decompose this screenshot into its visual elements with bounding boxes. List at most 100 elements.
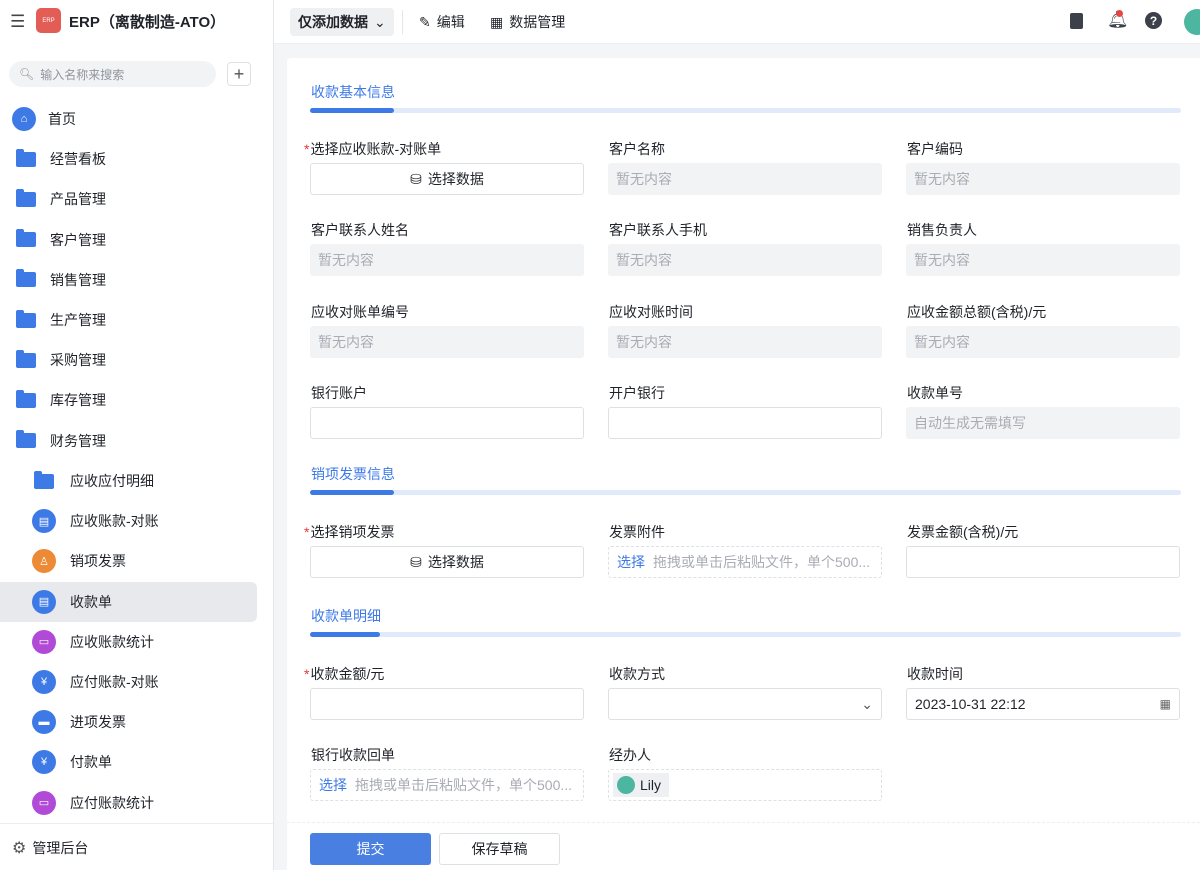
calendar-icon: ▦ (1159, 697, 1171, 711)
submit-button[interactable]: 提交 (310, 833, 431, 865)
app-logo: ERP (36, 8, 61, 33)
field-value: 暂无内容 (318, 252, 374, 268)
sidebar-item-label: 收款单 (70, 593, 112, 610)
sidebar-subitem[interactable]: ▤ 收款单 (0, 581, 257, 622)
field-label: 开户银行 (609, 385, 665, 401)
user-name: Lily (640, 777, 662, 793)
folder-icon (32, 469, 56, 493)
field-input[interactable] (310, 407, 584, 439)
monitor-chart-icon: ▭ (32, 790, 56, 815)
bell-icon[interactable]: 🔔︎ (1107, 10, 1129, 30)
app-title: ERP（离散制造-ATO） (69, 14, 226, 31)
upload-hint: 拖拽或单击后粘贴文件，单个500... (355, 777, 573, 793)
search-input[interactable]: 🔍︎ 输入名称来搜索 (9, 61, 216, 87)
section-title: 收款基本信息 (311, 84, 395, 100)
datetime-value: 2023-10-31 22:12 (915, 696, 1026, 712)
readonly-field: 暂无内容 (608, 244, 882, 276)
sidebar-item-label: 应收应付明细 (70, 473, 154, 489)
sidebar-subitem[interactable]: ▤ 应收账款-对账 (0, 501, 257, 541)
upload-select-link[interactable]: 选择 (319, 775, 347, 795)
save-draft-button[interactable]: 保存草稿 (439, 833, 560, 865)
datetime-input[interactable]: 2023-10-31 22:12 ▦ (906, 688, 1180, 720)
search-icon: 🔍︎ (19, 67, 35, 81)
section-title: 收款单明细 (311, 608, 381, 624)
sidebar-subitem[interactable]: ▭ 应付账款统计 (0, 783, 257, 823)
sidebar-subitem[interactable]: ▬ 进项发票 (0, 702, 257, 742)
database-icon: ⛁ (410, 170, 422, 187)
field-value: 暂无内容 (318, 334, 374, 350)
view-select[interactable]: 仅添加数据 ⌄ (290, 8, 394, 36)
sidebar-item[interactable]: 经营看板 (0, 139, 257, 179)
field-label: 销售负责人 (907, 222, 977, 238)
field-label: *收款金额/元 (304, 666, 385, 682)
sidebar-subitem[interactable]: ¥ 应付账款-对账 (0, 662, 257, 702)
sidebar-item[interactable]: 生产管理 (0, 300, 257, 340)
select-data-button[interactable]: ⛁ 选择数据 (310, 163, 584, 195)
file-upload[interactable]: 选择 拖拽或单击后粘贴文件，单个500... (608, 546, 882, 578)
field-value: 暂无内容 (914, 252, 970, 268)
user-avatar (617, 776, 635, 794)
sidebar-item[interactable]: 销售管理 (0, 260, 257, 300)
sidebar-item-label: 采购管理 (50, 352, 106, 369)
readonly-field: 暂无内容 (310, 244, 584, 276)
dropdown-select[interactable]: ⌄ (608, 688, 882, 720)
sidebar-item-label: 客户管理 (50, 231, 106, 248)
sidebar-subitem[interactable]: ▭ 应收账款统计 (0, 622, 257, 662)
admin-link[interactable]: ⚙ 管理后台 (12, 838, 88, 858)
upload-select-link[interactable]: 选择 (617, 552, 645, 572)
sidebar-subitem[interactable]: 应收应付明细 (0, 461, 257, 501)
sidebar-item[interactable]: 采购管理 (0, 340, 257, 380)
field-input[interactable] (608, 407, 882, 439)
avatar[interactable] (1184, 9, 1200, 35)
field-label: 客户联系人姓名 (311, 222, 409, 238)
field-input[interactable] (906, 546, 1180, 578)
sidebar-item[interactable]: 库存管理 (0, 380, 257, 420)
field-label: 客户名称 (609, 141, 665, 157)
select-data-button[interactable]: ⛁ 选择数据 (310, 546, 584, 578)
sidebar-item-label: 库存管理 (50, 392, 106, 409)
add-button[interactable]: + (227, 62, 251, 86)
sidebar-item[interactable]: 客户管理 (0, 220, 257, 260)
field-label: 客户编码 (907, 141, 963, 157)
folder-icon (14, 187, 38, 211)
sidebar-item-label: 应收账款统计 (70, 633, 154, 650)
sidebar-item-label: 进项发票 (70, 714, 126, 731)
sidebar-item[interactable]: 财务管理 (0, 421, 257, 461)
field-input[interactable] (310, 688, 584, 720)
sidebar-item[interactable]: 产品管理 (0, 179, 257, 219)
document-icon: ▤ (32, 509, 56, 534)
sidebar-item-label: 应收账款-对账 (70, 513, 159, 530)
field-value: 暂无内容 (616, 171, 672, 187)
sidebar-subitem[interactable]: ¥ 付款单 (0, 742, 257, 782)
sidebar-item-label: 销售管理 (50, 271, 106, 288)
document-icon: ▤ (32, 589, 56, 614)
field-label: 经办人 (609, 747, 651, 763)
file-upload[interactable]: 选择 拖拽或单击后粘贴文件，单个500... (310, 769, 584, 801)
menu-toggle-icon[interactable]: ☰ (10, 12, 25, 32)
field-value: 暂无内容 (914, 334, 970, 350)
folder-icon (14, 268, 38, 292)
sidebar-item-label: 产品管理 (50, 191, 106, 208)
admin-label: 管理后台 (32, 840, 89, 856)
yuan-house-icon: ¥ (32, 750, 56, 775)
sidebar-item[interactable]: ⌂ 首页 (0, 99, 257, 139)
sidebar-item-label: 应付账款-对账 (70, 674, 159, 690)
sidebar-subitem[interactable]: ♙ 销项发票 (0, 541, 257, 581)
topbar: 仅添加数据 ⌄ ✎ 编辑 ▦ 数据管理 🔔︎ ? (274, 0, 1200, 44)
field-value: 自动生成无需填写 (914, 415, 1026, 431)
readonly-field: 暂无内容 (906, 163, 1180, 195)
data-manage-button[interactable]: ▦ 数据管理 (490, 8, 565, 36)
sidebar-item-label: 付款单 (70, 754, 112, 771)
field-label: 应收金额总额(含税)/元 (907, 304, 1047, 320)
folder-icon (14, 388, 38, 412)
help-icon[interactable]: ? (1145, 12, 1162, 29)
sidebar-item-label: 生产管理 (50, 312, 106, 328)
gear-icon: ⚙ (12, 840, 27, 857)
edit-button[interactable]: ✎ 编辑 (419, 8, 465, 36)
sidebar-item-label: 财务管理 (50, 432, 106, 449)
field-label: 发票附件 (609, 524, 665, 540)
notebook-icon[interactable] (1070, 13, 1083, 29)
field-value: 暂无内容 (616, 334, 672, 350)
field-label: *选择应收账款-对账单 (304, 141, 442, 157)
user-picker[interactable]: Lily (608, 769, 882, 801)
